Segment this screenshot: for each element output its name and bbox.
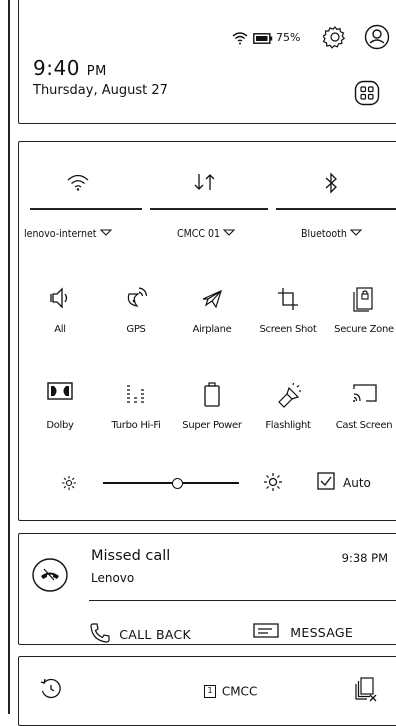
- tile-sound[interactable]: All: [30, 286, 90, 335]
- left-edge-line: [8, 0, 10, 714]
- auto-brightness-checkbox[interactable]: Auto: [317, 472, 371, 494]
- brightness-slider[interactable]: [103, 478, 239, 489]
- wifi-network-label: lenovo-internet: [24, 228, 97, 240]
- missed-call-notification[interactable]: Missed call Lenovo 9:38 PM CALL BACK MES…: [18, 533, 396, 645]
- user-account-icon[interactable]: [362, 22, 392, 52]
- sim-label: CMCC 01: [177, 228, 220, 240]
- tile-gps[interactable]: GPS: [106, 286, 166, 335]
- tile-turbo-hifi[interactable]: Turbo Hi-Fi: [106, 382, 166, 431]
- clock: 9:40 PM: [33, 56, 107, 80]
- call-back-label: CALL BACK: [119, 627, 191, 642]
- notification-time: 9:38 PM: [341, 551, 388, 565]
- notification-title: Missed call: [91, 548, 171, 564]
- brightness-low-icon: [59, 473, 79, 493]
- hifi-icon: [106, 382, 166, 404]
- cast-icon: [334, 382, 394, 404]
- history-icon[interactable]: [37, 675, 65, 703]
- message-icon: [252, 622, 280, 643]
- bluetooth-divider: [276, 208, 396, 210]
- tile-label: Dolby: [46, 420, 74, 431]
- tile-label: Turbo Hi-Fi: [111, 420, 161, 431]
- flashlight-icon: [258, 382, 318, 408]
- tile-label: Cast Screen: [335, 420, 393, 431]
- bluetooth-icon[interactable]: [318, 170, 344, 196]
- tile-label: Screen Shot: [259, 324, 317, 335]
- tile-label: Secure Zone: [334, 324, 394, 335]
- clock-time: 9:40: [33, 56, 80, 80]
- airplane-icon: [182, 286, 242, 312]
- tile-airplane[interactable]: Airplane: [182, 286, 242, 335]
- secure-zone-icon: [334, 286, 394, 312]
- bottom-bar: 1 CMCC: [18, 656, 396, 726]
- date-label: Thursday, August 27: [33, 83, 168, 98]
- call-back-button[interactable]: CALL BACK: [89, 622, 191, 647]
- sim-dropdown[interactable]: CMCC 01: [177, 228, 236, 240]
- tile-label: All: [54, 324, 66, 335]
- tile-screenshot[interactable]: Screen Shot: [258, 286, 318, 335]
- tile-label: Flashlight: [265, 420, 311, 431]
- notification-divider: [89, 600, 396, 602]
- slider-track: [103, 482, 239, 484]
- battery-icon: [253, 30, 273, 46]
- tile-label: Airplane: [192, 324, 232, 335]
- clear-all-icon[interactable]: [352, 675, 380, 703]
- data-divider: [150, 208, 268, 210]
- wifi-icon: [230, 28, 250, 48]
- screenshot-icon: [258, 286, 318, 312]
- bluetooth-label: Bluetooth: [301, 228, 347, 240]
- notification-shade: 75% 9:40 PM Thursday, August 27 lenovo-i…: [0, 0, 396, 726]
- notification-caller: Lenovo: [91, 571, 135, 585]
- tile-dolby[interactable]: Dolby: [30, 382, 90, 431]
- settings-gear-icon[interactable]: [321, 23, 349, 51]
- checkbox-checked-icon: [317, 472, 335, 494]
- message-button[interactable]: MESSAGE: [252, 622, 353, 643]
- tile-super-power[interactable]: Super Power: [182, 382, 242, 431]
- sim-card-icon: 1: [204, 685, 216, 698]
- status-header: 75% 9:40 PM Thursday, August 27: [18, 0, 396, 124]
- tile-cast-screen[interactable]: Cast Screen: [334, 382, 394, 431]
- battery-percent: 75%: [276, 31, 301, 44]
- wifi-divider: [30, 208, 142, 210]
- tile-secure-zone[interactable]: Secure Zone: [334, 286, 394, 335]
- carrier-indicator: 1 CMCC: [204, 684, 257, 699]
- chevron-down-icon: [349, 228, 363, 240]
- battery-saver-icon: [182, 382, 242, 408]
- phone-icon: [89, 622, 111, 647]
- grid-edit-icon[interactable]: [353, 79, 381, 107]
- wifi-network-dropdown[interactable]: lenovo-internet: [24, 228, 112, 240]
- sound-icon: [30, 286, 90, 310]
- brightness-high-icon: [262, 471, 284, 493]
- tile-label: Super Power: [182, 420, 242, 431]
- gps-icon: [106, 286, 166, 312]
- wifi-toggle-icon[interactable]: [64, 170, 92, 194]
- tile-flashlight[interactable]: Flashlight: [258, 382, 318, 431]
- dolby-icon: [30, 382, 90, 400]
- bluetooth-dropdown[interactable]: Bluetooth: [301, 228, 363, 240]
- status-icons: 75%: [156, 24, 396, 50]
- missed-call-icon: [31, 556, 69, 594]
- slider-thumb[interactable]: [172, 478, 184, 489]
- auto-label: Auto: [343, 476, 371, 490]
- carrier-name: CMCC: [221, 684, 258, 699]
- clock-ampm: PM: [86, 64, 107, 79]
- chevron-down-icon: [99, 228, 112, 240]
- quick-settings-panel: lenovo-internet CMCC 01 Bluetooth All GP…: [18, 141, 396, 521]
- tile-label: GPS: [126, 324, 146, 335]
- chevron-down-icon: [222, 228, 236, 240]
- message-label: MESSAGE: [290, 625, 354, 640]
- mobile-data-icon[interactable]: [190, 170, 220, 194]
